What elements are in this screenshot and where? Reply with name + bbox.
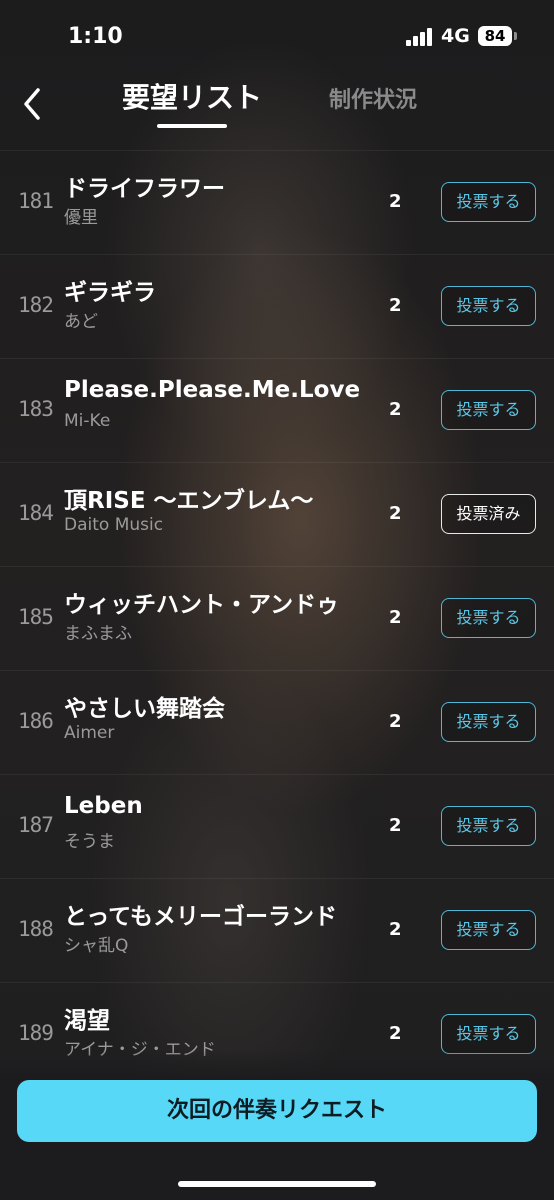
header: 要望リスト 制作状況 (0, 72, 554, 150)
list-item: 185 ウィッチハント・アンドゥ まふまふ 2 投票する (0, 566, 554, 670)
list-item: 187 Leben そうま 2 投票する (0, 774, 554, 878)
song-artist: 優里 (64, 208, 98, 228)
song-title: ドライフラワー (64, 176, 225, 202)
tab-production-status[interactable]: 制作状況 (329, 82, 417, 114)
song-title: Please.Please.Me.Love (64, 377, 361, 403)
vote-count: 2 (389, 399, 402, 420)
vote-button[interactable]: 投票する (441, 1014, 536, 1054)
vote-button[interactable]: 投票する (441, 390, 536, 430)
song-artist: まふまふ (64, 624, 132, 644)
chevron-left-icon (24, 88, 40, 120)
song-title: やさしい舞踏会 (64, 696, 225, 722)
list-item: 181 ドライフラワー 優里 2 投票する (0, 150, 554, 254)
rank-number: 184 (18, 501, 54, 525)
rank-number: 182 (18, 293, 54, 317)
active-tab-indicator (157, 124, 227, 128)
status-bar: 1:10 4G 84 (0, 0, 554, 72)
vote-count: 2 (389, 295, 402, 316)
song-title: Leben (64, 793, 143, 819)
list-item: 184 頂RISE 〜エンブレム〜 Daito Music 2 投票済み (0, 462, 554, 566)
vote-button[interactable]: 投票する (441, 910, 536, 950)
vote-button[interactable]: 投票する (441, 702, 536, 742)
song-title: 頂RISE 〜エンブレム〜 (64, 488, 314, 514)
vote-count: 2 (389, 919, 402, 940)
vote-count: 2 (389, 815, 402, 836)
song-title: 渇望 (64, 1008, 110, 1034)
rank-number: 187 (18, 813, 54, 837)
vote-count: 2 (389, 711, 402, 732)
vote-button[interactable]: 投票する (441, 286, 536, 326)
vote-count: 2 (389, 503, 402, 524)
request-list: 181 ドライフラワー 優里 2 投票する 182 ギラギラ あど 2 投票する… (0, 150, 554, 1086)
vote-button[interactable]: 投票する (441, 182, 536, 222)
rank-number: 188 (18, 917, 54, 941)
song-artist: あど (64, 312, 98, 332)
list-item: 186 やさしい舞踏会 Aimer 2 投票する (0, 670, 554, 774)
vote-count: 2 (389, 191, 402, 212)
song-title: ギラギラ (64, 280, 156, 306)
song-artist: Daito Music (64, 515, 164, 535)
rank-number: 186 (18, 709, 54, 733)
battery-icon: 84 (478, 26, 512, 46)
song-title: とってもメリーゴーランド (64, 904, 338, 930)
battery-tip (514, 32, 517, 40)
rank-number: 189 (18, 1021, 54, 1045)
status-time: 1:10 (68, 24, 123, 49)
network-type: 4G (441, 25, 470, 47)
voted-button[interactable]: 投票済み (441, 494, 536, 534)
vote-button[interactable]: 投票する (441, 806, 536, 846)
screen: 1:10 4G 84 要望リスト 制作状況 181 ドライフラワー 優里 2 投… (0, 0, 554, 1200)
signal-icon (406, 28, 434, 46)
song-artist: シャ乱Q (64, 936, 129, 956)
song-artist: Aimer (64, 723, 115, 743)
next-accompaniment-request-button[interactable]: 次回の伴奏リクエスト (17, 1080, 537, 1142)
vote-count: 2 (389, 607, 402, 628)
back-button[interactable] (14, 78, 54, 122)
song-artist: そうま (64, 832, 115, 852)
rank-number: 185 (18, 605, 54, 629)
vote-button[interactable]: 投票する (441, 598, 536, 638)
rank-number: 183 (18, 397, 54, 421)
tab-request-list[interactable]: 要望リスト (122, 76, 262, 116)
battery-level: 84 (484, 27, 506, 45)
home-indicator[interactable] (178, 1181, 376, 1187)
list-item: 182 ギラギラ あど 2 投票する (0, 254, 554, 358)
song-title: ウィッチハント・アンドゥ (64, 592, 340, 618)
song-artist: Mi-Ke (64, 411, 111, 431)
vote-count: 2 (389, 1023, 402, 1044)
list-item: 188 とってもメリーゴーランド シャ乱Q 2 投票する (0, 878, 554, 982)
list-item: 183 Please.Please.Me.Love Mi-Ke 2 投票する (0, 358, 554, 462)
rank-number: 181 (18, 189, 54, 213)
